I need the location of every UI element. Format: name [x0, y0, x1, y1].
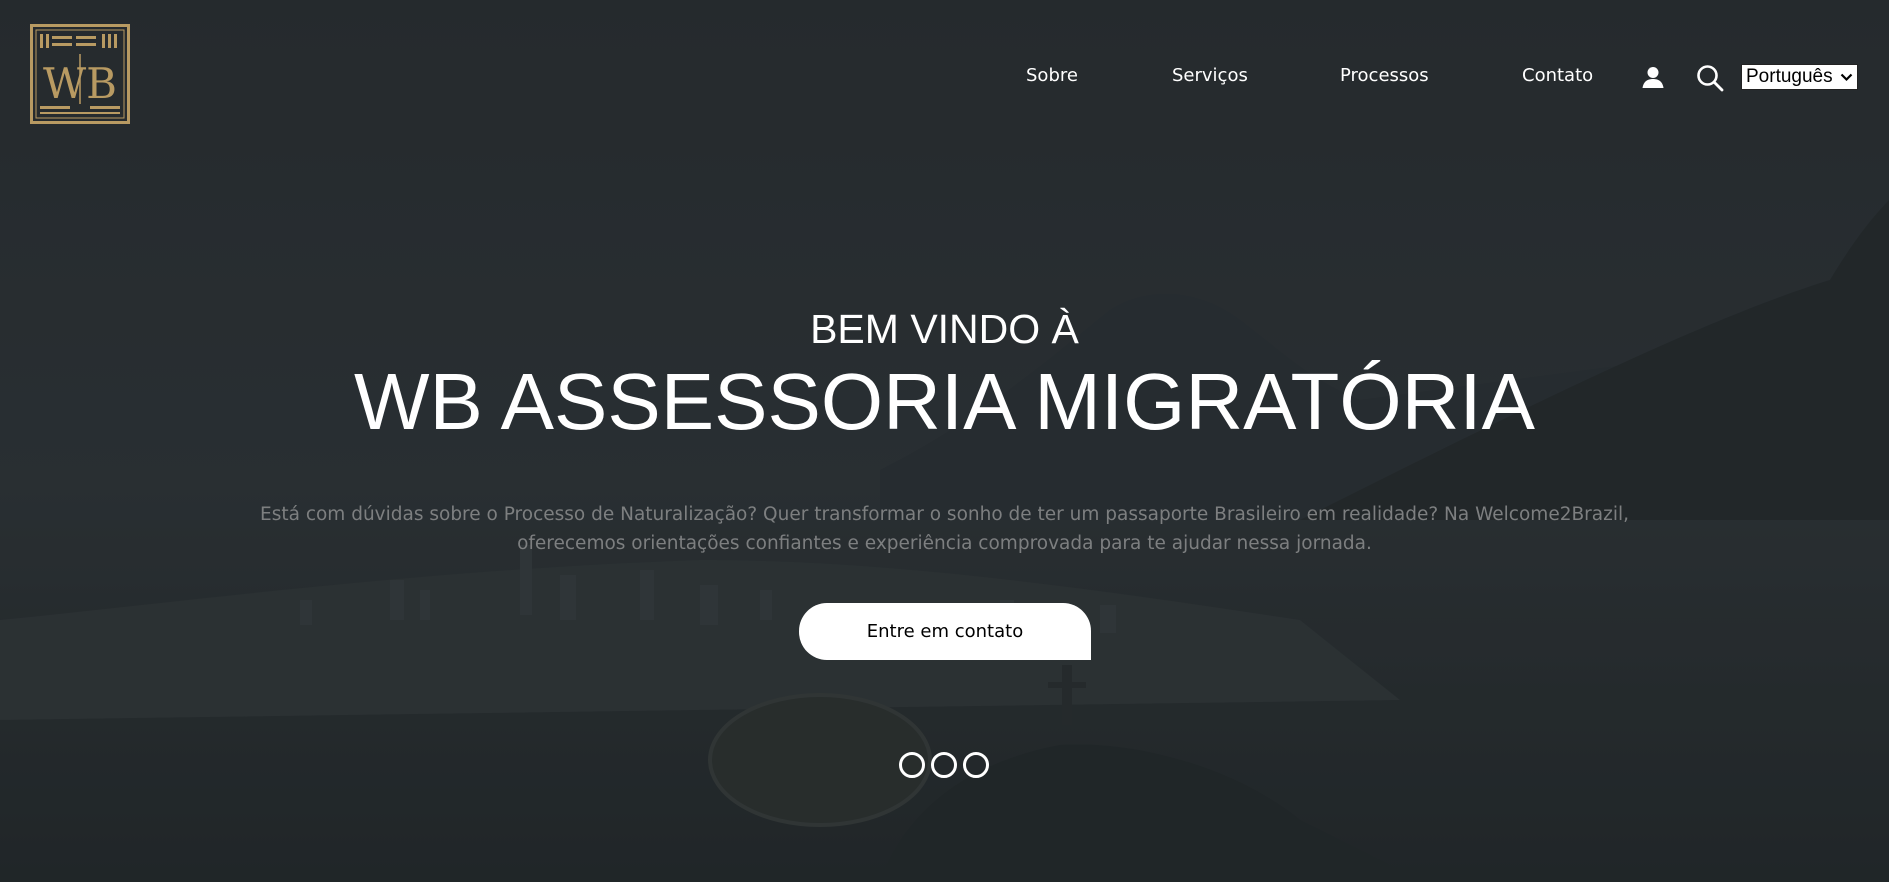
language-select[interactable]: Português [1741, 64, 1858, 90]
hero-description: Está com dúvidas sobre o Processo de Nat… [260, 504, 1629, 554]
carousel-dot-2[interactable] [931, 752, 957, 778]
brand-logo[interactable]: WB [30, 24, 130, 124]
carousel-dot-1[interactable] [899, 752, 925, 778]
carousel-dot-3[interactable] [963, 752, 989, 778]
hero-title: WB ASSESSORIA MIGRATÓRIA [354, 357, 1535, 446]
nav-link-processos[interactable]: Processos [1340, 64, 1429, 88]
site-header: WB Sobre Serviços Processos Contato Port… [0, 0, 1889, 150]
chevron-down-icon [1840, 73, 1853, 82]
nav-link-sobre[interactable]: Sobre [1026, 64, 1078, 88]
carousel-indicators [899, 752, 991, 778]
language-selected-value: Português [1746, 66, 1833, 87]
nav-link-servicos[interactable]: Serviços [1172, 64, 1248, 88]
search-icon[interactable] [1696, 64, 1724, 92]
nav-link-contato[interactable]: Contato [1522, 64, 1593, 88]
hero-subtitle: BEM VINDO À [810, 306, 1079, 352]
contact-cta-button[interactable]: Entre em contato [799, 603, 1091, 660]
user-icon[interactable] [1641, 65, 1665, 89]
